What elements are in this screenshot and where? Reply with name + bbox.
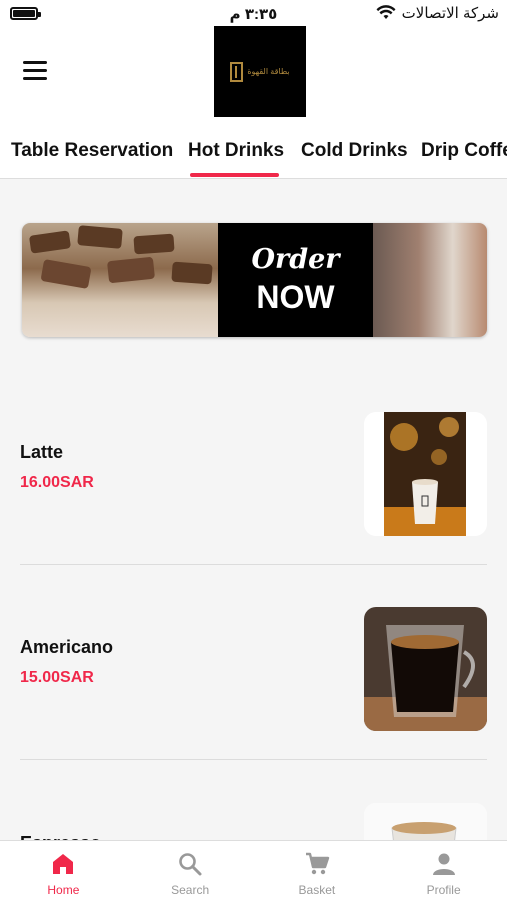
logo-text: بطاقة القهوة — [247, 67, 290, 76]
product-price: 16.00SAR — [20, 474, 94, 491]
product-name: Americano — [20, 637, 114, 657]
status-bar: ٣:٣٥ م شركة الاتصالات — [0, 0, 507, 28]
carrier-name: شركة الاتصالات — [401, 5, 499, 22]
nav-label: Basket — [298, 883, 336, 897]
nav-search[interactable]: Search — [127, 841, 254, 900]
divider — [20, 564, 487, 565]
brand-logo: بطاقة القهوة — [214, 26, 306, 117]
nav-label: Home — [47, 883, 80, 897]
nav-basket[interactable]: Basket — [254, 841, 381, 900]
banner-now-text: NOW — [256, 279, 335, 315]
active-tab-indicator — [190, 173, 279, 177]
product-price: 15.00SAR — [20, 669, 94, 686]
wifi-icon — [376, 5, 396, 19]
app-header: بطاقة القهوة — [0, 26, 507, 128]
product-name: Latte — [20, 442, 64, 462]
cart-icon — [305, 852, 330, 875]
nav-label: Profile — [426, 883, 461, 897]
tab-hot-drinks[interactable]: Hot Drinks — [188, 140, 284, 162]
product-image — [364, 412, 487, 536]
search-icon — [179, 853, 202, 876]
category-tabs: Table Reservation Hot Drinks Cold Drinks… — [0, 128, 507, 179]
logo-mark-icon — [230, 61, 244, 82]
menu-button[interactable] — [23, 61, 47, 81]
promo-banner[interactable]: Order NOW — [22, 223, 487, 337]
profile-icon — [432, 853, 455, 875]
bottom-navigation: Home Search Basket Profile — [0, 840, 507, 900]
home-icon — [53, 854, 74, 874]
divider — [20, 759, 487, 760]
product-item-latte[interactable]: Latte 16.00SAR — [20, 412, 487, 536]
dessert-image — [22, 223, 218, 337]
tab-cold-drinks[interactable]: Cold Drinks — [301, 140, 408, 162]
tab-drip-coffee[interactable]: Drip Coffee — [421, 140, 507, 162]
iced-drinks-image — [373, 223, 487, 337]
banner-cta: Order NOW — [218, 223, 373, 337]
product-image — [364, 607, 487, 731]
nav-label: Search — [171, 883, 210, 897]
product-item-americano[interactable]: Americano 15.00SAR — [20, 607, 487, 731]
hamburger-icon — [23, 61, 47, 64]
nav-profile[interactable]: Profile — [380, 841, 507, 900]
banner-order-text: Order — [251, 244, 340, 275]
tab-table-reservation[interactable]: Table Reservation — [11, 140, 173, 162]
nav-home[interactable]: Home — [0, 841, 127, 900]
status-right: شركة الاتصالات — [376, 4, 499, 22]
